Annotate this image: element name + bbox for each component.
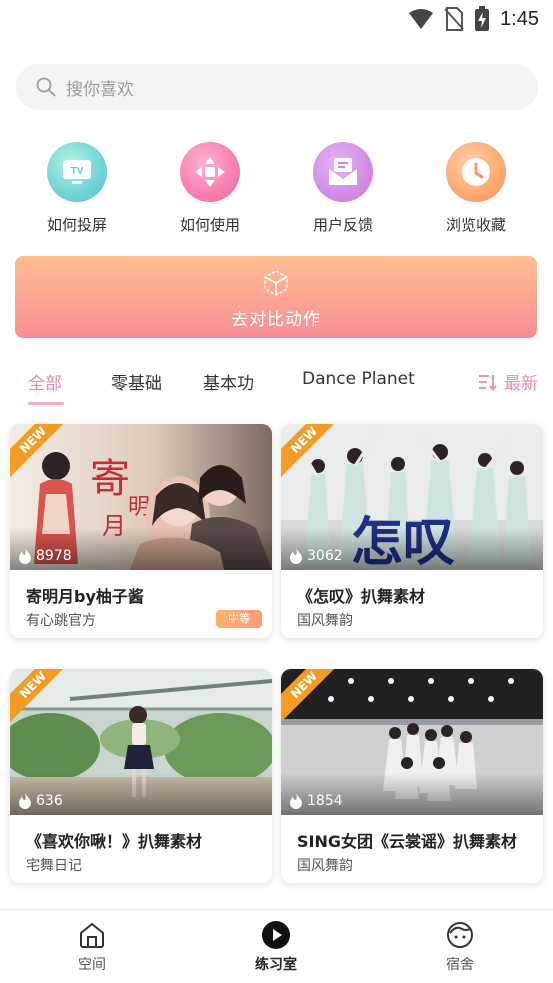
video-card[interactable]: NEW 1854 SING女团《云裳谣》扒舞素材 国风舞韵: [281, 669, 543, 883]
clock-icon: [446, 142, 506, 202]
flame-icon: [19, 793, 31, 809]
tab-beginner[interactable]: 零基础: [111, 369, 162, 394]
view-count-value: 8978: [36, 548, 72, 564]
tv-icon: TV: [47, 142, 107, 202]
quick-action-label: 用户反馈: [312, 216, 373, 234]
wifi-icon: [409, 9, 434, 29]
tab-fundamentals[interactable]: 基本功: [203, 369, 254, 394]
svg-text:寄: 寄: [90, 456, 130, 502]
search-bar[interactable]: 搜你喜欢: [16, 64, 538, 110]
card-author: 国风舞韵: [297, 613, 353, 629]
quick-action-label: 如何使用: [179, 216, 240, 234]
sort-icon: [479, 374, 497, 391]
tabs-fade: [430, 364, 480, 404]
search-placeholder: 搜你喜欢: [66, 79, 134, 100]
tab-all[interactable]: 全部: [28, 369, 62, 394]
view-count: 3062: [289, 548, 343, 564]
nav-practice-room[interactable]: 练习室: [236, 920, 316, 974]
sort-button[interactable]: 最新: [478, 369, 538, 394]
tab-dance-planet[interactable]: Dance Planet: [302, 369, 415, 389]
card-author: 有心跳官方: [26, 613, 96, 629]
flame-icon: [290, 793, 302, 809]
card-title: 《喜欢你啾！》扒舞素材: [26, 832, 203, 851]
view-count-value: 3062: [307, 548, 343, 564]
nav-space[interactable]: 空间: [52, 920, 132, 974]
quick-actions: TV 如何投屏 如何使用 用户反馈 浏览收藏: [0, 142, 553, 242]
nav-dorm[interactable]: 宿舍: [420, 920, 500, 974]
video-thumbnail: 怎叹 NEW 3062: [281, 424, 543, 570]
quick-action-howto[interactable]: 如何使用: [155, 142, 265, 235]
status-time: 1:45: [500, 7, 539, 30]
quick-action-feedback[interactable]: 用户反馈: [288, 142, 398, 235]
bottom-nav: 空间 练习室 宿舍: [0, 909, 553, 983]
flame-icon: [290, 548, 302, 564]
view-count: 1854: [289, 793, 343, 809]
quick-action-history[interactable]: 浏览收藏: [421, 142, 531, 235]
video-thumbnail: NEW 1854: [281, 669, 543, 815]
quick-action-cast[interactable]: TV 如何投屏: [22, 142, 132, 235]
card-title: SING女团《云裳谣》扒舞素材: [297, 832, 518, 851]
cube-icon: [264, 270, 288, 296]
video-thumbnail: NEW 636: [10, 669, 272, 815]
flame-icon: [19, 548, 31, 564]
nav-label: 空间: [78, 957, 106, 973]
play-icon: [262, 921, 290, 949]
home-icon: [80, 922, 104, 948]
card-author: 宅舞日记: [26, 858, 82, 874]
view-count-value: 636: [36, 793, 63, 809]
video-card[interactable]: 寄 明 月 NEW 8978 寄明月by柚子酱 有心跳官方 中等: [10, 424, 272, 638]
video-card[interactable]: 怎叹 NEW 3062 《怎叹》扒舞素材 国风舞韵: [281, 424, 543, 638]
view-count: 636: [18, 793, 63, 809]
difficulty-badge: 中等: [216, 610, 262, 628]
nav-label: 练习室: [255, 957, 297, 973]
view-count-value: 1854: [307, 793, 343, 809]
dpad-icon: [180, 142, 240, 202]
quick-action-label: 浏览收藏: [445, 216, 506, 234]
video-card[interactable]: NEW 636 《喜欢你啾！》扒舞素材 宅舞日记: [10, 669, 272, 883]
nav-label: 宿舍: [446, 957, 474, 973]
sort-label: 最新: [504, 374, 538, 394]
card-title: 寄明月by柚子酱: [26, 587, 144, 606]
category-tabs: 全部 零基础 基本功 Dance Planet 最新: [0, 364, 553, 405]
battery-charging-icon: [475, 6, 490, 31]
active-tab-indicator: [28, 402, 64, 405]
svg-text:TV: TV: [71, 166, 84, 177]
card-title: 《怎叹》扒舞素材: [297, 587, 426, 606]
compare-action-button[interactable]: 去对比动作: [15, 256, 537, 338]
card-author: 国风舞韵: [297, 858, 353, 874]
compare-action-label: 去对比动作: [231, 310, 321, 330]
status-bar: 1:45: [0, 0, 553, 40]
status-icons: 1:45: [408, 6, 539, 32]
search-icon: [36, 77, 56, 97]
quick-action-label: 如何投屏: [46, 216, 107, 234]
view-count: 8978: [18, 548, 72, 564]
face-icon: [447, 922, 473, 948]
mail-icon: [313, 142, 373, 202]
video-thumbnail: 寄 明 月 NEW 8978: [10, 424, 272, 570]
no-sim-icon: [444, 7, 464, 31]
